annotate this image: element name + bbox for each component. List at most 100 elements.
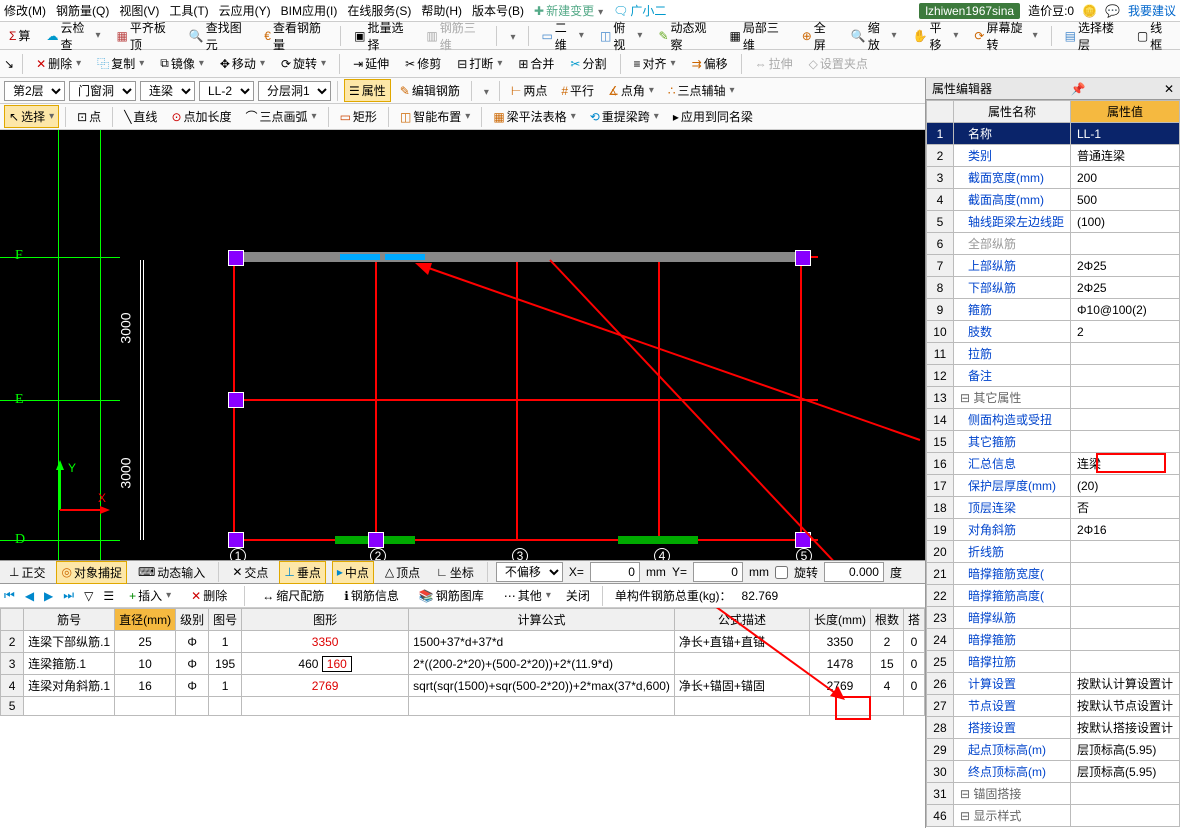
prop-row[interactable]: 19 对角斜筋2Φ16 bbox=[927, 519, 1180, 541]
applyall-button[interactable]: ▸应用到同名梁 bbox=[668, 105, 758, 128]
relayout-button[interactable]: ⟲重提梁跨 bbox=[585, 105, 664, 128]
screenrot-button[interactable]: ⟳屏幕旋转 bbox=[969, 16, 1042, 56]
prop-row[interactable]: 7 上部纵筋2Φ25 bbox=[927, 255, 1180, 277]
apex-toggle[interactable]: △顶点 bbox=[380, 561, 425, 584]
parallel-button[interactable]: #平行 bbox=[556, 79, 599, 102]
perp-toggle[interactable]: ⊥垂点 bbox=[279, 561, 325, 584]
prop-row[interactable]: 12 备注 bbox=[927, 365, 1180, 387]
selectfloor-button[interactable]: ▤选择楼层 bbox=[1060, 16, 1126, 56]
prop-row[interactable]: 46⊟ 显示样式 bbox=[927, 805, 1180, 827]
nav-first[interactable]: ⏮ bbox=[4, 588, 15, 603]
arrow-icon[interactable]: ↘ bbox=[4, 57, 14, 71]
rotate-checkbox[interactable] bbox=[775, 566, 788, 579]
prop-row[interactable]: 17 保护层厚度(mm)(20) bbox=[927, 475, 1180, 497]
prop-row[interactable]: 28 搭接设置按默认搭接设置计 bbox=[927, 717, 1180, 739]
close-button[interactable]: 关闭 bbox=[566, 587, 590, 604]
offset-select[interactable]: 不偏移 bbox=[496, 562, 563, 582]
prop-row[interactable]: 3 截面宽度(mm)200 bbox=[927, 167, 1180, 189]
mid-toggle[interactable]: ▸中点 bbox=[332, 561, 374, 584]
pan-button[interactable]: ✋平移 bbox=[908, 16, 964, 56]
rebar-table[interactable]: 筋号 直径(mm) 级别 图号 图形 计算公式 公式描述 长度(mm) 根数 搭… bbox=[0, 608, 925, 716]
merge-button[interactable]: ⊞合并 bbox=[513, 52, 559, 75]
table-row[interactable]: 3 连梁箍筋.1 10Φ195 460 160 2*((200-2*20)+(5… bbox=[1, 653, 925, 675]
x-input[interactable] bbox=[590, 562, 640, 582]
prop-row[interactable]: 16 汇总信息连梁 bbox=[927, 453, 1180, 475]
view2d-button[interactable]: ▭二维 bbox=[536, 16, 589, 56]
rebarlib-button[interactable]: 📚钢筋图库 bbox=[414, 584, 489, 607]
scalerebar-button[interactable]: ↔缩尺配筋 bbox=[257, 584, 329, 607]
ortho-toggle[interactable]: ⊥正交 bbox=[4, 561, 50, 584]
ptangle-button[interactable]: ∡点角 bbox=[603, 79, 659, 102]
editrebar-button[interactable]: ✎编辑钢筋 bbox=[395, 79, 465, 102]
ptlen-tool[interactable]: ⊙点加长度 bbox=[166, 105, 236, 128]
rebar3d-button[interactable]: ▥钢筋三维 bbox=[421, 16, 487, 56]
mirror-button[interactable]: ⧉镜像 bbox=[155, 52, 209, 75]
table-row[interactable]: 5 bbox=[1, 697, 925, 716]
close-icon[interactable]: ✕ bbox=[1164, 82, 1174, 96]
trim-button[interactable]: ✂修剪 bbox=[400, 52, 446, 75]
y-input[interactable] bbox=[693, 562, 743, 582]
nav-filter[interactable]: ▽ bbox=[84, 589, 93, 603]
more2-dropdown[interactable] bbox=[478, 84, 493, 98]
prop-row[interactable]: 13⊟ 其它属性 bbox=[927, 387, 1180, 409]
prop-row[interactable]: 20 折线筋 bbox=[927, 541, 1180, 563]
smart-tool[interactable]: ◫智能布置 bbox=[395, 105, 475, 128]
extend-button[interactable]: ⇥延伸 bbox=[348, 52, 394, 75]
viewport[interactable]: F E D 3000 3000 1 2 3 4 5 Y X bbox=[0, 130, 925, 560]
prop-row[interactable]: 15 其它箍筋 bbox=[927, 431, 1180, 453]
prop-row[interactable]: 31⊟ 锚固搭接 bbox=[927, 783, 1180, 805]
setpoint-button[interactable]: ◇设置夹点 bbox=[804, 52, 873, 75]
prop-row[interactable]: 6全部纵筋 bbox=[927, 233, 1180, 255]
split-button[interactable]: ✂分割 bbox=[565, 52, 611, 75]
prop-row[interactable]: 30 终点顶标高(m)层顶标高(5.95) bbox=[927, 761, 1180, 783]
nav-prev[interactable]: ◀ bbox=[25, 589, 34, 603]
rotate-button[interactable]: ⟳旋转 bbox=[276, 52, 331, 75]
category-select[interactable]: 门窗洞 bbox=[69, 81, 136, 101]
snap-toggle[interactable]: ◎对象捕捉 bbox=[56, 561, 127, 584]
threeaux-button[interactable]: ∴三点辅轴 bbox=[663, 79, 740, 102]
menu-modify[interactable]: 修改(M) bbox=[4, 2, 46, 19]
offset-button[interactable]: ⇉偏移 bbox=[687, 52, 733, 75]
prop-row[interactable]: 11 拉筋 bbox=[927, 343, 1180, 365]
floor-select[interactable]: 第2层 bbox=[4, 81, 65, 101]
prop-row[interactable]: 1 名称LL-1 bbox=[927, 123, 1180, 145]
zoom-button[interactable]: 🔍缩放 bbox=[846, 16, 902, 56]
insert-button[interactable]: +插入 bbox=[124, 584, 176, 607]
delete-button[interactable]: ✕删除 bbox=[31, 52, 86, 75]
delete-row-button[interactable]: ✕删除 bbox=[186, 584, 232, 607]
other-button[interactable]: ⋯其他 bbox=[499, 584, 556, 607]
deg-input[interactable] bbox=[824, 562, 884, 582]
prop-row[interactable]: 21 暗撑箍筋宽度( bbox=[927, 563, 1180, 585]
inter-toggle[interactable]: ✕交点 bbox=[227, 561, 273, 584]
stretch-button[interactable]: ⇔拉伸 bbox=[750, 52, 798, 75]
nav-list[interactable]: ☰ bbox=[103, 589, 114, 603]
batch-button[interactable]: ▣批量选择 bbox=[349, 16, 415, 56]
pin-icon[interactable]: 📌 bbox=[1071, 82, 1086, 96]
arc3-tool[interactable]: ⌒三点画弧 bbox=[241, 105, 322, 128]
layer-select[interactable]: 分层洞1 bbox=[258, 81, 331, 101]
prop-row[interactable]: 9 箍筋Φ10@100(2) bbox=[927, 299, 1180, 321]
prop-row[interactable]: 2 类别普通连梁 bbox=[927, 145, 1180, 167]
prop-row[interactable]: 25 暗撑拉筋 bbox=[927, 651, 1180, 673]
align-button[interactable]: ≡对齐 bbox=[629, 52, 681, 75]
prop-row[interactable]: 29 起点顶标高(m)层顶标高(5.95) bbox=[927, 739, 1180, 761]
dyninput-toggle[interactable]: ⌨动态输入 bbox=[133, 561, 210, 584]
twopoint-button[interactable]: ⊢两点 bbox=[506, 79, 552, 102]
cloudcheck-button[interactable]: ☁云检查 bbox=[41, 16, 105, 56]
prop-row[interactable]: 4 截面高度(mm)500 bbox=[927, 189, 1180, 211]
prop-row[interactable]: 18 顶层连梁否 bbox=[927, 497, 1180, 519]
name-select[interactable]: LL-2 bbox=[199, 81, 254, 101]
prop-row[interactable]: 14 侧面构造或受扭 bbox=[927, 409, 1180, 431]
prop-row[interactable]: 23 暗撑纵筋 bbox=[927, 607, 1180, 629]
point-tool[interactable]: ⊡点 bbox=[72, 105, 106, 128]
copy-button[interactable]: ⿻复制 bbox=[92, 52, 149, 75]
line-tool[interactable]: ╲直线 bbox=[119, 105, 162, 128]
type-select[interactable]: 连梁 bbox=[140, 81, 195, 101]
local3d-button[interactable]: ▦局部三维 bbox=[724, 16, 790, 56]
fullscreen-button[interactable]: ⊕全屏 bbox=[797, 16, 840, 56]
find-button[interactable]: 🔍查找图元 bbox=[184, 16, 254, 56]
break-button[interactable]: ⊟打断 bbox=[452, 52, 507, 75]
pingqi-button[interactable]: ▦平齐板顶 bbox=[112, 16, 178, 56]
nav-last[interactable]: ⏭ bbox=[63, 588, 74, 603]
prop-row[interactable]: 22 暗撑箍筋高度( bbox=[927, 585, 1180, 607]
